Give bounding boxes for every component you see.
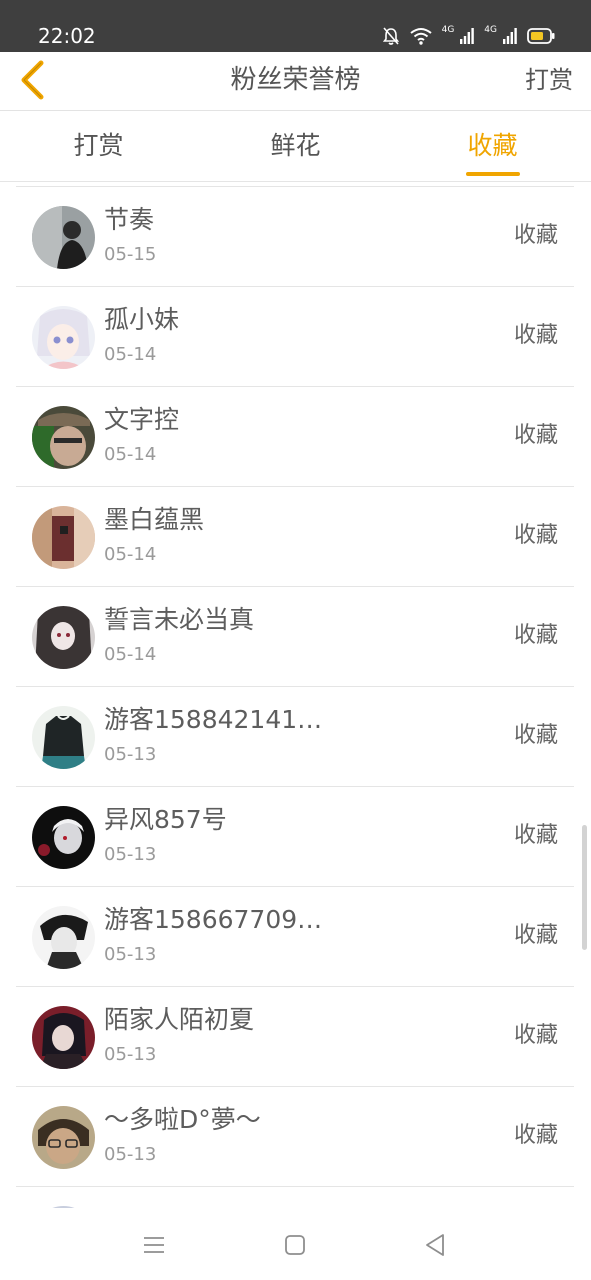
tab-reward[interactable]: 打赏 [0,111,197,181]
avatar[interactable] [32,1006,95,1069]
network-label-2: 4G [484,25,497,35]
list-item[interactable]: 孤小妹 05-14 收藏 [16,287,574,387]
fan-action: 收藏 [513,323,558,348]
reward-button[interactable]: 打赏 [525,62,573,98]
fan-action: 收藏 [513,523,558,548]
avatar[interactable] [32,406,95,469]
system-back-button[interactable] [420,1230,450,1260]
home-button[interactable] [280,1230,310,1260]
fan-name: 异风857号 [104,805,227,834]
list-item[interactable] [16,1187,574,1208]
signal-icon [503,28,517,44]
home-square-icon [285,1235,305,1255]
fan-name: 游客1586677097... [104,905,334,934]
avatar[interactable] [32,806,95,869]
title-bar: 粉丝荣誉榜 打赏 [0,52,591,110]
menu-button[interactable] [139,1230,169,1260]
avatar[interactable] [32,906,95,969]
mute-icon [382,26,400,46]
fan-name: 誓言未必当真 [104,605,255,634]
fan-name: 陌家人陌初夏 [104,1005,255,1034]
fan-action: 收藏 [513,723,558,748]
fan-action: 收藏 [513,923,558,948]
status-bar: 22:02 4G 4G [0,0,591,52]
avatar[interactable] [32,506,95,569]
scrollbar[interactable] [582,825,587,950]
fan-date: 05-14 [104,644,157,665]
list-item[interactable]: 节奏 05-15 收藏 [16,187,574,287]
signal-icon [460,28,475,44]
fan-date: 05-13 [104,844,157,865]
tab-label: 打赏 [73,131,124,160]
avatar[interactable] [32,206,95,269]
fan-name: 节奏 [104,205,155,234]
list-item[interactable]: 游客1588421413... 05-13 收藏 [16,687,574,787]
system-nav-bar [0,1208,591,1280]
fan-name: 墨白蕴黑 [104,505,205,534]
fan-action: 收藏 [513,623,558,648]
tab-favorites[interactable]: 收藏 [394,111,591,181]
list-item[interactable]: 墨白蕴黑 05-14 收藏 [16,487,574,587]
fan-name: ～多啦D°夢～ [104,1105,261,1134]
avatar[interactable] [32,706,95,769]
tab-flowers[interactable]: 鲜花 [197,111,394,181]
fan-date: 05-13 [104,944,157,965]
tab-label: 收藏 [467,131,518,160]
fan-action: 收藏 [513,423,558,448]
wifi-icon [409,27,432,45]
list-item[interactable]: ～多啦D°夢～ 05-13 收藏 [16,1087,574,1187]
fan-date: 05-15 [104,244,157,265]
fan-date: 05-13 [104,744,157,765]
list-item[interactable]: 异风857号 05-13 收藏 [16,787,574,887]
fan-action: 收藏 [513,1123,558,1148]
fan-date: 05-14 [104,344,157,365]
fan-list[interactable]: 节奏 05-15 收藏 孤小妹 05-14 收藏 文字控 05-14 收藏 墨白… [16,186,574,1208]
fan-date: 05-14 [104,444,157,465]
tab-bar: 打赏 鲜花 收藏 [0,111,591,181]
menu-icon [144,1237,164,1253]
fan-name: 孤小妹 [104,305,180,334]
page-title: 粉丝荣誉榜 [230,65,361,95]
fan-name: 文字控 [104,405,180,434]
fan-date: 05-13 [104,1144,157,1165]
fan-action: 收藏 [513,823,558,848]
status-icons: 4G 4G [382,24,555,48]
tab-label: 鲜花 [270,131,321,160]
status-time: 22:02 [38,24,96,48]
avatar[interactable] [32,1106,95,1169]
fan-action: 收藏 [513,223,558,248]
list-item[interactable]: 陌家人陌初夏 05-13 收藏 [16,987,574,1087]
divider [0,181,591,182]
fan-date: 05-13 [104,1044,157,1065]
back-triangle-icon [426,1234,444,1256]
network-label-1: 4G [441,25,455,35]
tab-active-indicator [465,172,520,176]
avatar[interactable] [32,606,95,669]
fan-name: 游客1588421413... [104,705,334,734]
fan-action: 收藏 [513,1023,558,1048]
avatar[interactable] [32,306,95,369]
battery-icon [527,28,555,44]
fan-date: 05-14 [104,544,157,565]
list-item[interactable]: 文字控 05-14 收藏 [16,387,574,487]
list-item[interactable]: 游客1586677097... 05-13 收藏 [16,887,574,987]
list-item[interactable]: 誓言未必当真 05-14 收藏 [16,587,574,687]
